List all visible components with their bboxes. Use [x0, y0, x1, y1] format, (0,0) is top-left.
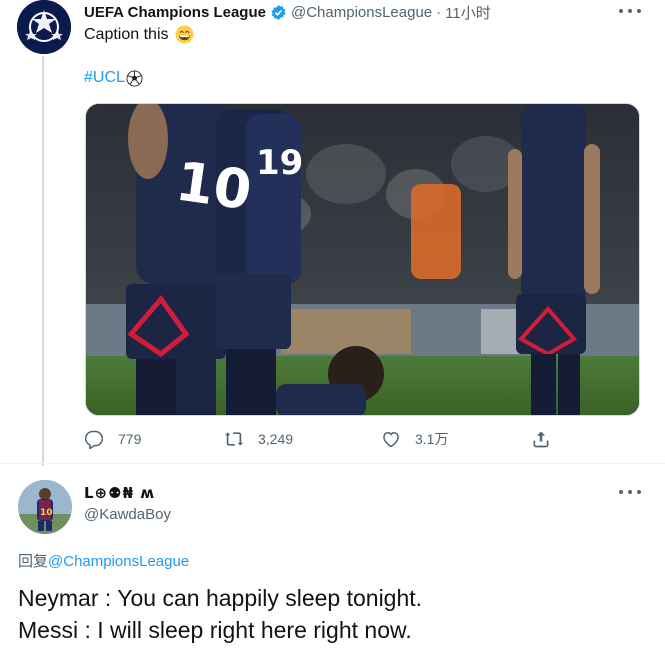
- svg-text:10: 10: [40, 508, 53, 518]
- tweet-timestamp[interactable]: 11小时: [445, 2, 491, 23]
- author-name[interactable]: UEFA Champions League: [84, 4, 266, 21]
- more-icon[interactable]: [619, 5, 641, 17]
- replying-to-mention[interactable]: @ChampionsLeague: [48, 553, 189, 570]
- retweet-icon: [224, 432, 244, 446]
- svg-text:10: 10: [172, 149, 255, 222]
- like-icon: [383, 431, 399, 448]
- soccer-ball-icon: [126, 69, 143, 87]
- retweet-action[interactable]: 3,249: [224, 429, 293, 449]
- tweet-original[interactable]: UEFA Champions League @ChampionsLeague ·…: [0, 0, 665, 466]
- like-action[interactable]: 3.1万: [381, 429, 448, 449]
- tweet-photo[interactable]: 10 19: [85, 103, 640, 416]
- like-count: 3.1万: [415, 431, 449, 447]
- replying-to: 回复@ChampionsLeague: [18, 550, 189, 571]
- avatar-kawdaboy[interactable]: 10: [18, 480, 72, 534]
- reply-action[interactable]: 779: [84, 429, 141, 449]
- replying-to-label: 回复: [18, 553, 49, 570]
- share-action[interactable]: [531, 429, 565, 449]
- reply-author-name[interactable]: L⊕⚉₦ ʍ: [84, 484, 155, 502]
- reply-icon: [84, 430, 104, 449]
- tweet-text: Caption this: [84, 25, 194, 44]
- separator-dot: ·: [436, 3, 442, 21]
- retweet-count: 3,249: [258, 431, 294, 447]
- grinning-emoji-icon: [175, 25, 193, 44]
- avatar-ucl[interactable]: [17, 0, 71, 54]
- hashtag-row: #UCL: [84, 69, 143, 87]
- tweet-actions: 779 3,249 3.1万: [84, 429, 554, 453]
- tweet-header: UEFA Champions League @ChampionsLeague ·…: [84, 2, 491, 22]
- tweet-reply[interactable]: 10 L⊕⚉₦ ʍ @KawdaBoy 回复@ChampionsLeague N…: [0, 464, 665, 650]
- svg-text:19: 19: [256, 143, 303, 183]
- reply-text: Neymar : You can happily sleep tonight. …: [18, 582, 422, 646]
- share-icon: [533, 431, 549, 448]
- author-handle[interactable]: @ChampionsLeague: [291, 4, 432, 21]
- reply-text-line2: Messi : I will sleep right here right no…: [18, 617, 412, 643]
- reply-text-line1: Neymar : You can happily sleep tonight.: [18, 585, 423, 611]
- verified-badge-icon: [271, 4, 286, 20]
- thread-line: [42, 56, 44, 466]
- more-icon[interactable]: [619, 486, 641, 498]
- tweet-text-content: Caption this: [84, 25, 169, 43]
- reply-count: 779: [118, 431, 142, 447]
- reply-author-handle[interactable]: @KawdaBoy: [84, 506, 171, 523]
- hashtag-link[interactable]: #UCL: [84, 69, 125, 87]
